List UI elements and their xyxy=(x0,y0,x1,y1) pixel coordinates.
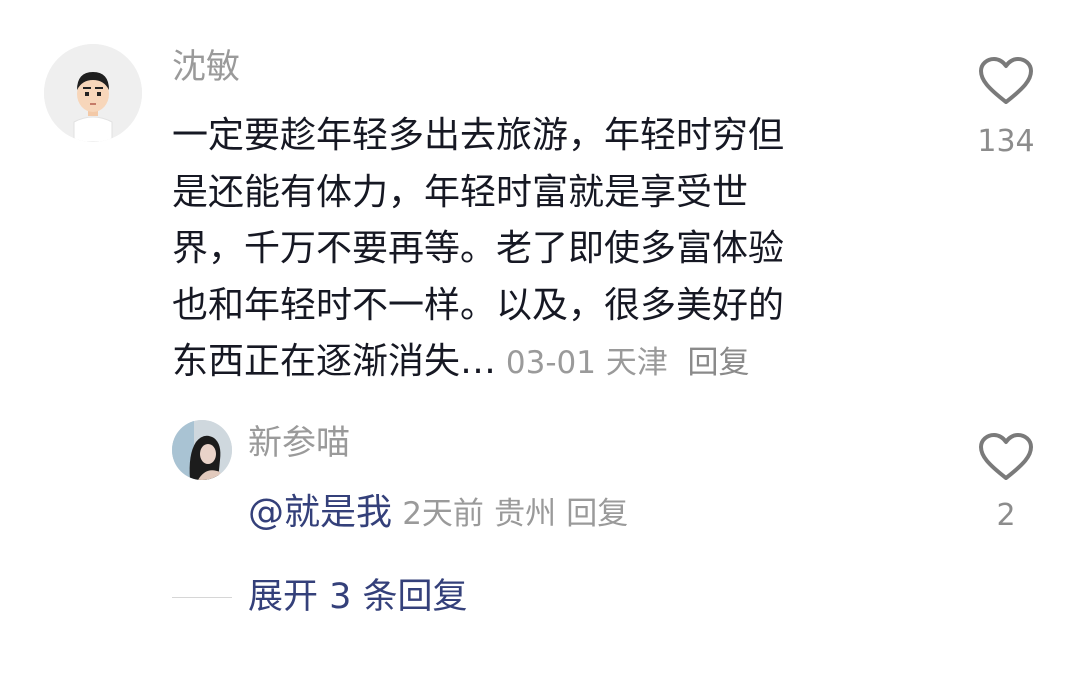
comment-text-line: 界，千万不要再等。老了即使多富体验 xyxy=(172,228,785,269)
comment-author-name[interactable]: 沈敏 xyxy=(172,44,240,90)
comment-text[interactable]: 一定要趁年轻多出去旅游，年轻时穷但 是还能有体力，年轻时富就是享受世 界，千万不… xyxy=(172,108,892,391)
heart-outline-icon xyxy=(979,433,1033,480)
avatar-photo-icon xyxy=(172,420,232,480)
reply-mention-link[interactable]: @就是我 xyxy=(248,492,392,533)
reply-reply-button[interactable]: 回复 xyxy=(566,496,628,532)
expand-replies-button[interactable]: 展开 3 条回复 xyxy=(248,573,468,621)
heart-outline-icon xyxy=(979,57,1033,104)
comment-date: 03-01 xyxy=(505,345,596,381)
comment-like-button[interactable] xyxy=(966,56,1046,110)
comment-location: 天津 xyxy=(605,345,668,381)
commenter-avatar[interactable] xyxy=(44,44,142,142)
comment-text-line: 一定要趁年轻多出去旅游，年轻时穷但 xyxy=(172,115,785,156)
reply-time: 2天前 xyxy=(402,496,484,532)
reply-location: 贵州 xyxy=(494,496,557,532)
comment-text-line: 东西正在逐渐消失… xyxy=(172,341,497,382)
reply-author-avatar[interactable] xyxy=(172,420,232,480)
comment-text-line: 是还能有体力，年轻时富就是享受世 xyxy=(172,171,749,213)
avatar-illustration-icon xyxy=(44,44,142,142)
reply-author-name[interactable]: 新参喵 xyxy=(248,420,350,466)
comment-text-line: 也和年轻时不一样。以及，很多美好的 xyxy=(172,284,785,326)
reply-text[interactable]: @就是我 2天前 贵州 回复 xyxy=(248,487,628,545)
comment-like-count: 134 xyxy=(977,124,1035,159)
comment-last-line: 东西正在逐渐消失… 03-01 天津 回复 xyxy=(172,334,892,391)
reply-like-button[interactable] xyxy=(966,432,1046,486)
comment-meta: 03-01 天津 回复 xyxy=(496,345,750,381)
comment-reply-button[interactable]: 回复 xyxy=(688,345,750,381)
expand-divider xyxy=(172,597,232,598)
reply-like-count: 2 xyxy=(996,498,1016,533)
